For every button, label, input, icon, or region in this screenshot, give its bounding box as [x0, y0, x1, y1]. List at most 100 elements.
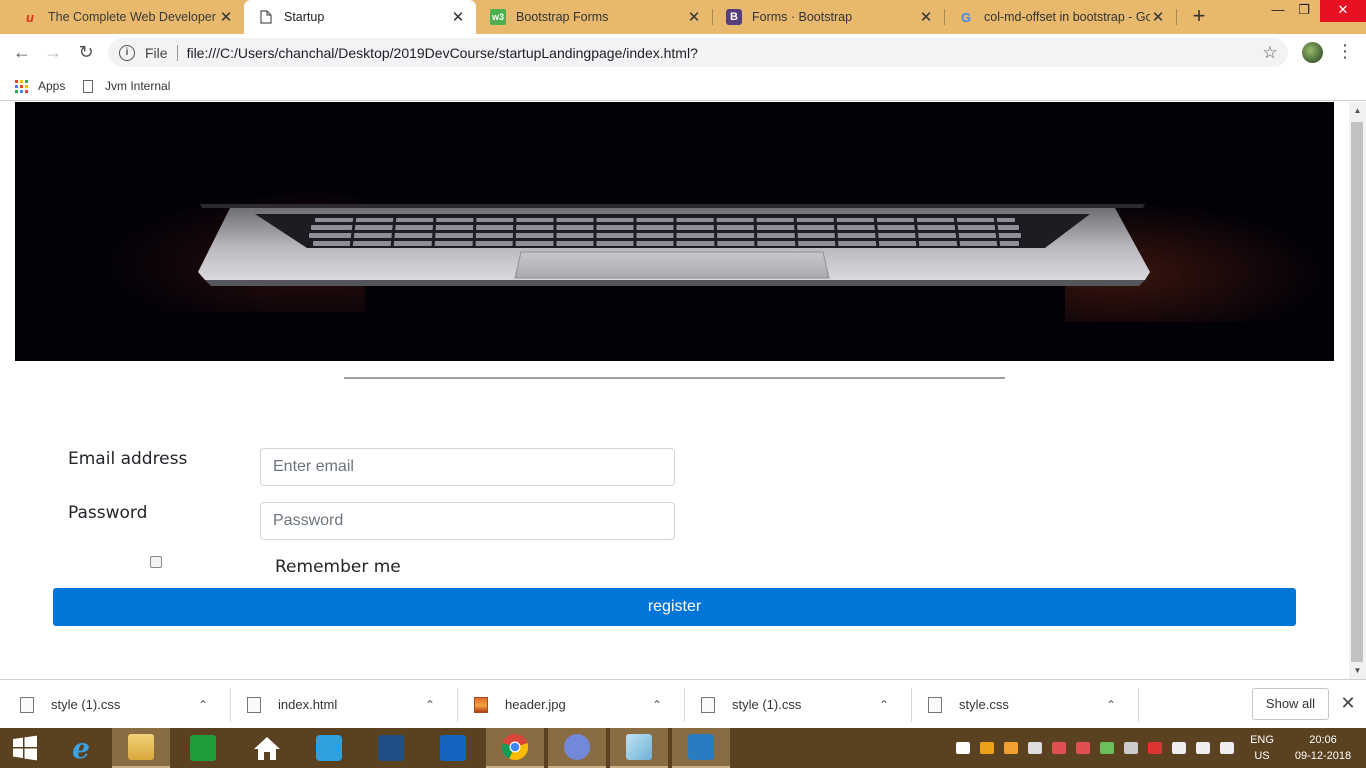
- download-item[interactable]: header.jpg ⌃: [454, 680, 681, 729]
- google-icon: G: [960, 9, 972, 25]
- security-tray-icon[interactable]: [1052, 742, 1066, 754]
- bookmark-label: Jvm Internal: [105, 79, 171, 93]
- page-icon: [83, 79, 93, 93]
- app-tray-icon[interactable]: [980, 742, 994, 754]
- tab-google-search[interactable]: G col-md-offset in bootstrap - Go ✕: [944, 0, 1176, 34]
- bookmark-apps[interactable]: Apps: [15, 77, 65, 95]
- store-icon[interactable]: [174, 728, 232, 768]
- close-icon[interactable]: ✕: [686, 8, 702, 26]
- vscode-icon[interactable]: [672, 728, 730, 768]
- notepad-icon[interactable]: [610, 728, 668, 768]
- download-filename: style.css: [959, 697, 1009, 712]
- w3schools-icon: w3: [490, 9, 506, 25]
- close-icon[interactable]: ✕: [218, 8, 234, 26]
- lenovo-settings-icon[interactable]: [362, 728, 420, 768]
- language-code: ENG: [1250, 734, 1274, 746]
- new-tab-button[interactable]: +: [1186, 4, 1212, 30]
- tab-title: Forms · Bootstrap: [752, 10, 853, 24]
- apps-grid-icon: [15, 79, 28, 93]
- chevron-up-icon[interactable]: ⌃: [193, 698, 213, 712]
- clock-time: 20:06: [1309, 734, 1337, 746]
- camera-tray-icon[interactable]: [1028, 742, 1042, 754]
- page-viewport: Email address Password Remember me regis…: [0, 102, 1349, 679]
- chevron-up-icon[interactable]: ⌃: [874, 698, 894, 712]
- download-item[interactable]: style (1).css ⌃: [681, 680, 908, 729]
- remember-me-label: Remember me: [275, 557, 401, 577]
- wifi-signal-icon[interactable]: [1196, 742, 1210, 754]
- volume-icon[interactable]: [1220, 742, 1234, 754]
- tab-udemy[interactable]: u The Complete Web Developer in ✕: [8, 0, 244, 34]
- email-label: Email address: [68, 449, 188, 469]
- download-separator: [1138, 688, 1139, 722]
- remember-me-checkbox[interactable]: [150, 556, 162, 568]
- vertical-scrollbar[interactable]: ▲ ▼: [1349, 102, 1366, 679]
- battery-icon[interactable]: [1172, 742, 1186, 754]
- css-file-icon: [928, 696, 942, 713]
- home-icon[interactable]: [238, 728, 296, 768]
- window-close-button[interactable]: ✕: [1320, 0, 1366, 22]
- close-icon[interactable]: ✕: [1338, 694, 1358, 714]
- system-clock[interactable]: 20:06 09-12-2018: [1290, 732, 1356, 764]
- chevron-up-icon[interactable]: ⌃: [647, 698, 667, 712]
- download-item[interactable]: index.html ⌃: [227, 680, 454, 729]
- email-field[interactable]: [260, 448, 675, 486]
- discord-icon[interactable]: [548, 728, 606, 768]
- show-all-button[interactable]: Show all: [1252, 688, 1329, 720]
- hero-image: [15, 102, 1334, 361]
- browser-toolbar: ← → ↻ i File file:///C:/Users/chanchal/D…: [0, 34, 1366, 71]
- restore-button[interactable]: ❐: [1284, 0, 1324, 22]
- tab-startup[interactable]: Startup ✕: [244, 0, 476, 34]
- bookmark-star-icon[interactable]: ☆: [1260, 43, 1280, 63]
- tab-bootstrap-forms[interactable]: w3 Bootstrap Forms ✕: [476, 0, 712, 34]
- region-code: US: [1254, 750, 1270, 762]
- tab-forms-bootstrap[interactable]: B Forms · Bootstrap ✕: [712, 0, 944, 34]
- scroll-thumb[interactable]: [1351, 122, 1363, 662]
- download-filename: style (1).css: [51, 697, 121, 712]
- forward-arrow-icon[interactable]: →: [41, 41, 65, 65]
- network-error-tray-icon[interactable]: [1148, 742, 1162, 754]
- chrome-icon[interactable]: [486, 728, 544, 768]
- maxthon-icon[interactable]: [424, 728, 482, 768]
- url-text[interactable]: file:///C:/Users/chanchal/Desktop/2019De…: [187, 45, 1260, 61]
- menu-kebab-icon[interactable]: ⋮: [1336, 40, 1354, 64]
- address-bar[interactable]: i File file:///C:/Users/chanchal/Desktop…: [108, 38, 1288, 67]
- app-tray-icon[interactable]: [1004, 742, 1018, 754]
- file-explorer-icon[interactable]: [112, 728, 170, 768]
- password-field[interactable]: [260, 502, 675, 540]
- app-tray-icon[interactable]: [1076, 742, 1090, 754]
- internet-explorer-icon[interactable]: e: [52, 728, 110, 768]
- bootstrap-icon: B: [726, 9, 742, 25]
- sync-tray-icon[interactable]: [1100, 742, 1114, 754]
- register-button[interactable]: register: [53, 588, 1296, 626]
- close-icon[interactable]: ✕: [918, 8, 934, 26]
- download-item[interactable]: style.css ⌃: [908, 680, 1135, 729]
- windows-start-button[interactable]: [0, 728, 50, 768]
- html-file-icon: [247, 696, 261, 713]
- bookmark-jvm-internal[interactable]: Jvm Internal: [83, 77, 170, 95]
- monitor-tray-icon[interactable]: [1124, 742, 1138, 754]
- close-icon[interactable]: ✕: [1150, 8, 1166, 26]
- page-icon: [258, 9, 274, 25]
- reload-icon[interactable]: ↻: [74, 41, 98, 65]
- section-divider: [344, 377, 1005, 379]
- windows-taskbar: e ENG US 20:06 09-12-2018: [0, 728, 1366, 768]
- clock-date: 09-12-2018: [1294, 750, 1352, 762]
- tab-title: Startup: [284, 10, 325, 24]
- language-indicator[interactable]: ENG US: [1246, 732, 1278, 764]
- browser-tab-strip: u The Complete Web Developer in ✕ Startu…: [0, 0, 1366, 34]
- mail-icon[interactable]: [300, 728, 358, 768]
- discord-tray-icon[interactable]: [956, 742, 970, 754]
- css-file-icon: [20, 696, 34, 713]
- back-arrow-icon[interactable]: ←: [10, 41, 34, 65]
- chevron-up-icon[interactable]: ⌃: [420, 698, 440, 712]
- profile-avatar[interactable]: [1302, 42, 1323, 63]
- tab-separator: [1176, 9, 1177, 25]
- chevron-up-icon[interactable]: ⌃: [1101, 698, 1121, 712]
- scroll-down-arrow-icon[interactable]: ▼: [1349, 662, 1366, 679]
- windows-logo-icon: [13, 735, 37, 761]
- download-item[interactable]: style (1).css ⌃: [0, 680, 227, 729]
- close-icon[interactable]: ✕: [450, 8, 466, 26]
- scroll-up-arrow-icon[interactable]: ▲: [1349, 102, 1366, 119]
- download-filename: index.html: [278, 697, 338, 712]
- info-icon[interactable]: i: [119, 44, 135, 61]
